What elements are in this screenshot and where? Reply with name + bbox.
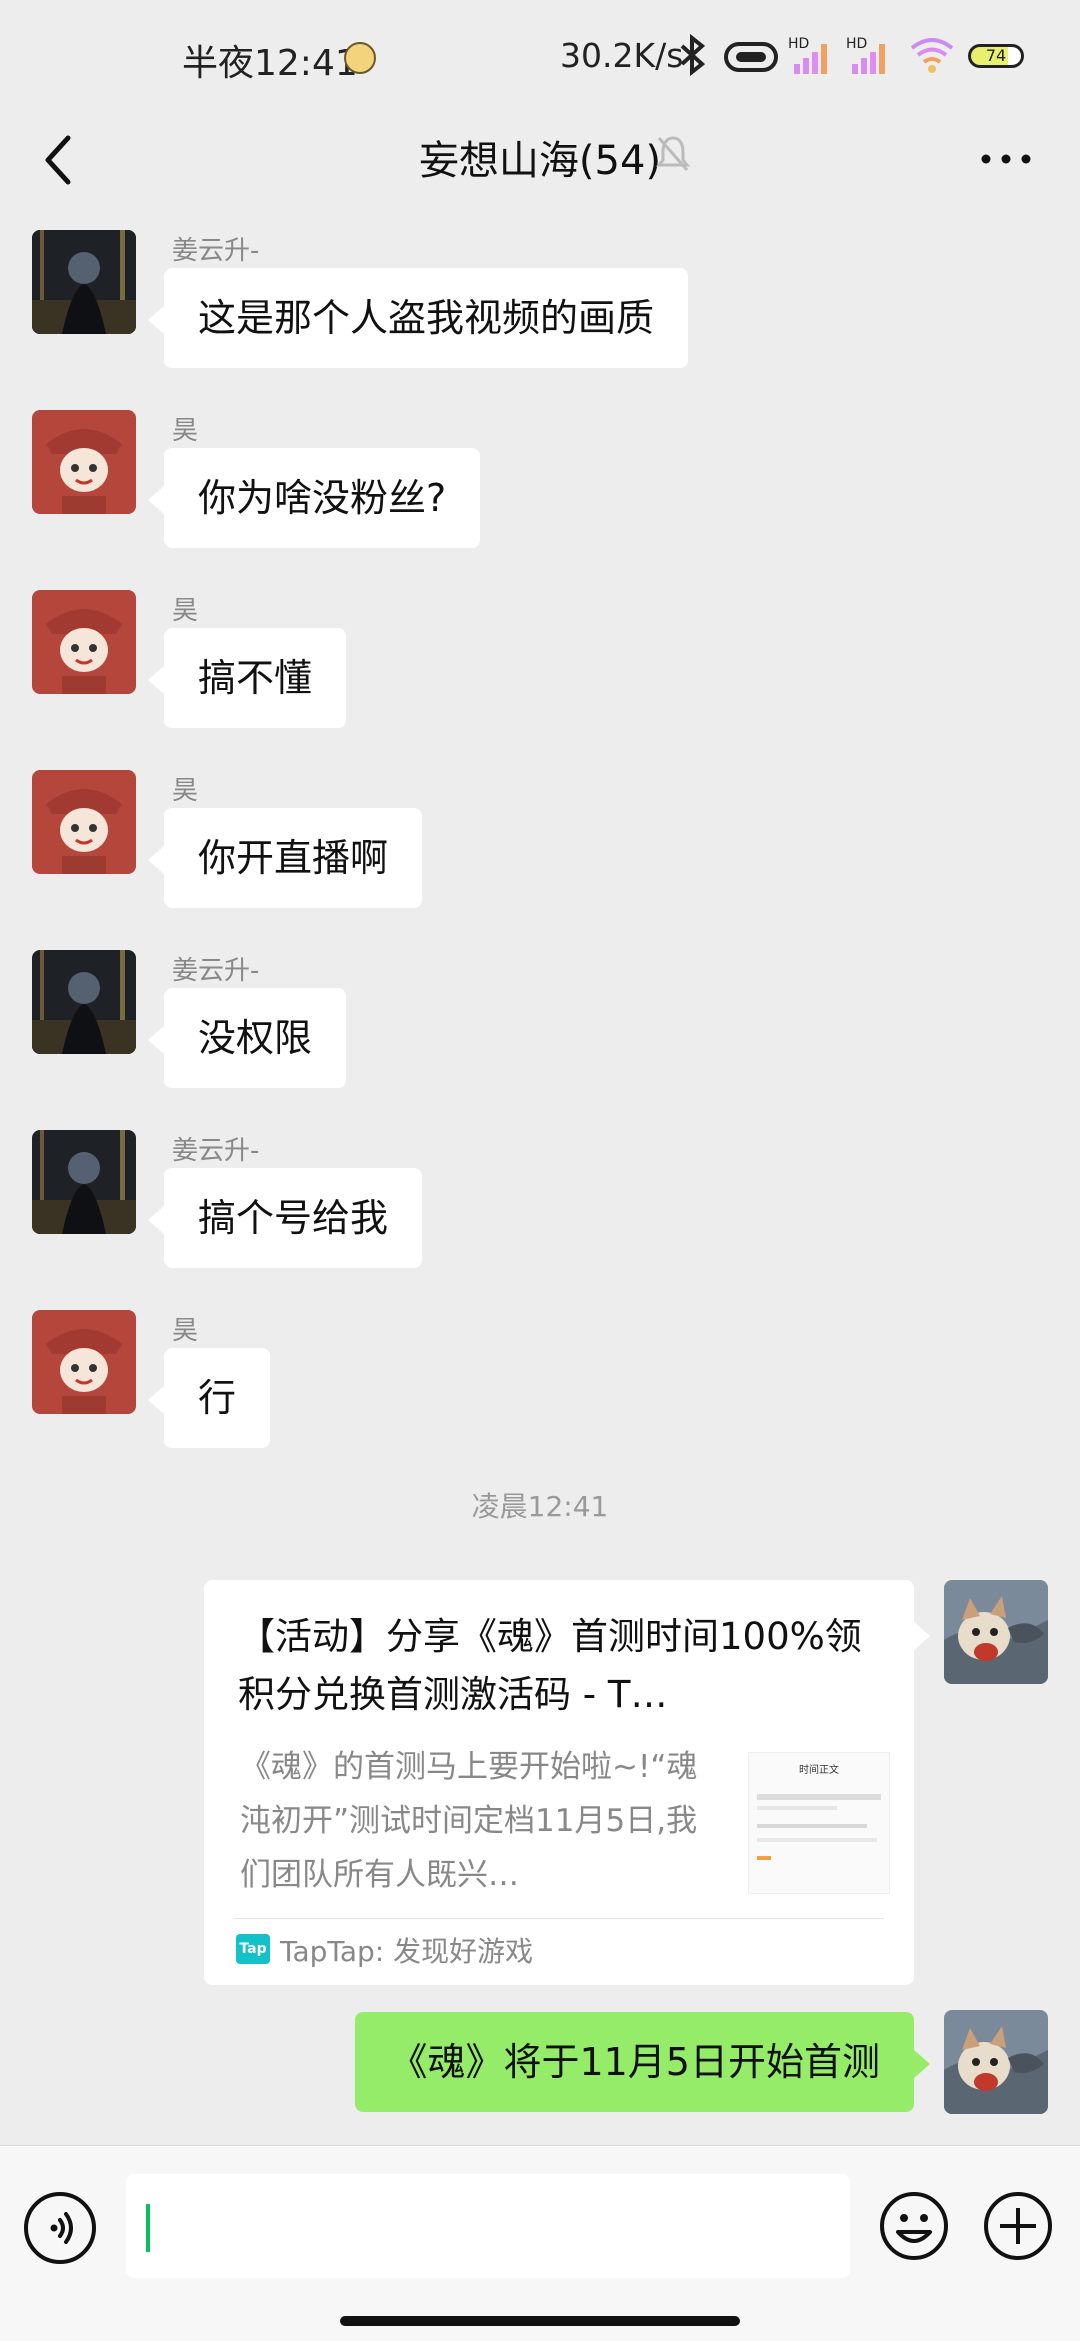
my-avatar[interactable] [944,2010,1048,2114]
sender-name: 姜云升- [172,1136,260,1166]
avatar[interactable] [32,950,136,1054]
avatar[interactable] [32,230,136,334]
link-icon [724,42,778,72]
message-bubble[interactable]: 这是那个人盗我视频的画质 [147,268,689,368]
message-item: 昊 行 [0,1310,1080,1450]
status-time: 半夜12:41 [182,43,358,84]
avatar[interactable] [32,1310,136,1414]
battery-icon: 74 [968,44,1024,68]
avatar[interactable] [32,1130,136,1234]
message-list[interactable]: 姜云升- 这是那个人盗我视频的画质 昊 你为啥没粉丝? 昊 搞不懂 昊 你开直播… [0,210,1080,2145]
avatar[interactable] [32,770,136,874]
status-bar: 半夜12:41 30.2K/s HD HD 74 [0,0,1080,110]
message-item: 昊 你开直播啊 [0,770,1080,910]
message-item: 姜云升- 这是那个人盗我视频的画质 [0,230,1080,370]
link-card-source: TapTap: 发现好游戏 [280,1935,534,1968]
status-emoji-icon [344,42,376,74]
my-avatar[interactable] [944,1580,1048,1684]
taptap-icon: Tap [236,1934,270,1964]
link-card-thumbnail: 时间正文 [748,1752,890,1894]
message-bubble[interactable]: 你开直播啊 [147,808,423,908]
link-card-description: 《魂》的首测马上要开始啦~!“魂沌初开”测试时间定档11月5日,我们团队所有人既… [240,1749,698,1893]
link-card-divider [234,1918,884,1919]
message-item: 昊 搞不懂 [0,590,1080,730]
signal-1-icon: HD [788,36,827,74]
timestamp: 凌晨12:41 [471,1490,609,1523]
message-bubble[interactable]: 搞个号给我 [147,1168,423,1268]
add-more-icon[interactable] [982,2190,1054,2262]
emoji-icon[interactable] [878,2190,950,2262]
group-title[interactable]: 妄想山海(54) [0,128,1080,186]
my-message-bubble[interactable]: 《魂》将于11月5日开始首测 [355,2012,930,2112]
text-cursor [146,2204,150,2252]
sender-name: 昊 [172,776,199,806]
avatar[interactable] [32,410,136,514]
link-card-title: 【活动】分享《魂》首测时间100%领积分兑换首测激活码 - T… [238,1615,862,1716]
voice-icon [50,2212,73,2244]
link-card[interactable]: 【活动】分享《魂》首测时间100%领积分兑换首测激活码 - T… 《魂》的首测马… [204,1580,930,1985]
more-options-icon[interactable] [978,134,1034,184]
sender-name: 昊 [172,416,199,446]
message-item: 昊 你为啥没粉丝? [0,410,1080,550]
message-bubble[interactable]: 搞不懂 [147,628,347,728]
avatar[interactable] [32,590,136,694]
message-item: 姜云升- 搞个号给我 [0,1130,1080,1270]
voice-button[interactable] [24,2192,96,2264]
battery-level: 74 [985,46,1007,65]
sender-name: 昊 [172,1316,199,1346]
message-item: 姜云升- 没权限 [0,950,1080,1090]
network-speed: 30.2K/s [560,36,684,75]
message-bubble[interactable]: 没权限 [147,988,347,1088]
svg-text:HD: HD [788,36,809,52]
bluetooth-icon [680,34,706,76]
input-bar [0,2145,1080,2341]
wifi-icon [910,38,954,73]
signal-2-icon: HD [846,36,885,74]
home-indicator[interactable] [340,2316,740,2326]
chat-header: 妄想山海(54) [0,110,1080,210]
mute-bell-icon [655,136,691,171]
message-input[interactable] [126,2174,850,2278]
message-bubble[interactable]: 行 [147,1348,271,1448]
sender-name: 姜云升- [172,956,260,986]
sender-name: 昊 [172,596,199,626]
svg-text:HD: HD [846,36,867,52]
sender-name: 姜云升- [172,236,260,266]
thumb-header: 时间正文 [799,1765,839,1776]
message-bubble[interactable]: 你为啥没粉丝? [147,448,481,548]
